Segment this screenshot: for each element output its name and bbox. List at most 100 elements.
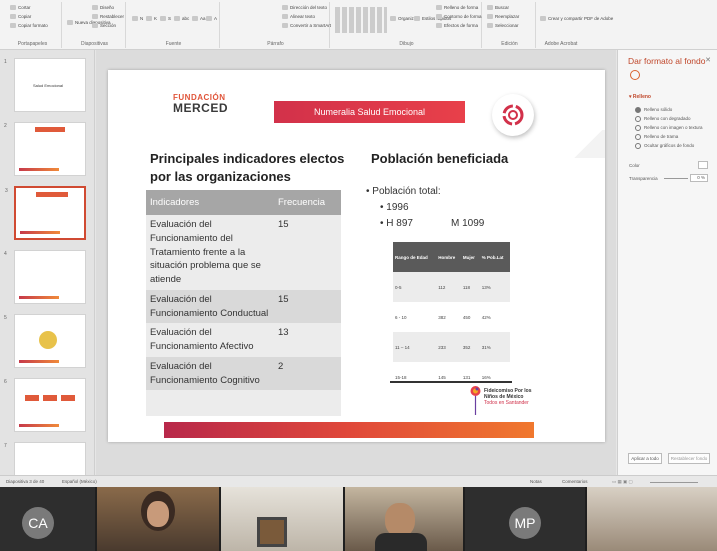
cut-button[interactable]: Cortar xyxy=(10,5,31,10)
slide-thumbnail-6[interactable]: 6 xyxy=(4,378,86,432)
thumbnail-box xyxy=(25,395,39,401)
create-pdf-button[interactable]: Crear y compartir PDF de Adobe xyxy=(540,16,613,21)
fill-section-header[interactable]: ▾ Relleno xyxy=(629,94,651,100)
table-cell: 6 - 10 xyxy=(395,314,407,320)
thumbnail-footer xyxy=(19,360,59,363)
table-row: 6 - 10 382 450 42% xyxy=(393,302,510,332)
slide-thumbnail-3[interactable]: 3 xyxy=(5,186,86,240)
participant-tile-2[interactable] xyxy=(97,487,219,551)
shape-outline-button[interactable]: Contorno de forma xyxy=(436,14,482,19)
thumbnail-footer xyxy=(20,231,60,234)
pinwheel-icon xyxy=(470,386,481,415)
table-cell: Evaluación del Funcionamiento del Tratam… xyxy=(146,215,274,290)
gradient-fill-radio[interactable]: Relleno con degradado xyxy=(635,116,691,122)
table-cell: 42% xyxy=(481,314,491,320)
table-cell xyxy=(274,390,341,417)
format-painter-button[interactable]: Copiar formato xyxy=(10,23,48,28)
slide-title-banner[interactable]: Numeralia Salud Emocional xyxy=(274,101,465,123)
zoom-slider[interactable] xyxy=(650,482,698,483)
participant-tile-1[interactable]: CA xyxy=(0,487,95,551)
view-buttons[interactable]: ▭ ▦ ▣ ▢ xyxy=(612,479,633,485)
table-cell: 382 xyxy=(438,314,446,320)
picture-fill-radio[interactable]: Relleno con imagen o textura xyxy=(635,125,703,131)
comments-button[interactable]: Comentarios xyxy=(562,479,588,484)
slide-footer-bar xyxy=(164,422,534,438)
slides-group-label: Diapositivas xyxy=(81,41,108,47)
table-cell: 31% xyxy=(479,332,510,362)
transparency-input[interactable]: 0 % xyxy=(690,174,708,182)
hide-background-graphics-checkbox[interactable]: Ocultar gráficos de fondo xyxy=(635,143,694,149)
slide-thumbnail-7[interactable]: 7 xyxy=(4,442,86,475)
participant-tile-6[interactable] xyxy=(587,487,717,551)
fill-bucket-icon[interactable] xyxy=(630,70,640,80)
paragraph-group: Dirección del texto Alinear texto Conver… xyxy=(222,2,331,48)
editing-group-label: Edición xyxy=(501,41,518,47)
copy-button[interactable]: Copiar xyxy=(10,14,31,19)
indicators-table[interactable]: Indicadores Frecuencia Evaluación del Fu… xyxy=(146,190,341,417)
language-indicator[interactable]: Español (México) xyxy=(62,479,97,484)
table-cell xyxy=(146,390,274,417)
drawing-group: Organizar Estilos rápidos Relleno de for… xyxy=(332,2,482,48)
slide-thumbnail-2[interactable]: 2 xyxy=(4,122,86,176)
select-button[interactable]: Seleccionar xyxy=(487,23,519,28)
strikethrough-button[interactable]: abc xyxy=(174,16,189,21)
pane-title: Dar formato al fondo xyxy=(628,56,706,66)
reset-button[interactable]: Restablecer xyxy=(92,14,124,19)
table-header-percent: % Pob.Lat xyxy=(479,242,510,272)
transparency-slider[interactable] xyxy=(664,178,688,179)
video-call-strip: CA MP xyxy=(0,487,717,551)
bold-button[interactable]: N xyxy=(132,16,143,21)
slide-thumbnail-number: 3 xyxy=(5,188,8,194)
text-direction-button[interactable]: Dirección del texto xyxy=(282,5,327,10)
slide-thumbnail-5[interactable]: 5 xyxy=(4,314,86,368)
underline-button[interactable]: S xyxy=(160,16,171,21)
close-icon[interactable]: ✕ xyxy=(705,56,711,64)
corner-decoration xyxy=(571,130,605,158)
population-list[interactable]: • Población total: • 1996 • H 897 M 1099 xyxy=(366,184,484,232)
section-button[interactable]: Sección xyxy=(92,23,116,28)
replace-button[interactable]: Reemplazar xyxy=(487,14,519,19)
table-row: Evaluación del Funcionamiento Afectivo 1… xyxy=(146,323,341,357)
shape-effects-button[interactable]: Efectos de forma xyxy=(436,23,478,28)
apply-to-all-button[interactable]: Aplicar a todo xyxy=(628,453,662,464)
font-color-button[interactable]: A xyxy=(206,16,217,21)
participant-video-face xyxy=(147,501,169,527)
find-button[interactable]: Buscar xyxy=(487,5,509,10)
population-heading[interactable]: Población beneficiada xyxy=(371,151,508,166)
table-header-row: Rango de Edad Hombre Mujer % Pob.Lat xyxy=(393,242,510,272)
color-label: Color xyxy=(629,163,640,168)
slide-thumbnail-number: 4 xyxy=(4,251,7,257)
align-text-button[interactable]: Alinear texto xyxy=(282,14,315,19)
population-total-item: • Población total: xyxy=(366,186,441,197)
fideicomiso-line-3: Todos en Santander xyxy=(484,400,529,406)
slide-thumbnails-pane: 1 Salud Emocional 2 3 4 5 6 7 xyxy=(0,50,95,475)
italic-button[interactable]: K xyxy=(146,16,157,21)
participant-tile-5[interactable]: MP xyxy=(465,487,585,551)
table-header-frequency: Frecuencia xyxy=(274,190,341,215)
slide-thumbnail-4[interactable]: 4 xyxy=(4,250,86,304)
solid-fill-radio[interactable]: Relleno sólido xyxy=(635,107,672,113)
population-total-value: 1996 xyxy=(386,202,409,213)
slide-canvas[interactable]: FUNDACIÓN MERCED Numeralia Salud Emocion… xyxy=(108,70,605,442)
reset-background-button[interactable]: Restablecer fondo xyxy=(668,453,710,464)
layout-button[interactable]: Diseño xyxy=(92,5,114,10)
slide-thumbnail-1[interactable]: 1 Salud Emocional xyxy=(4,58,86,112)
thumbnail-banner xyxy=(36,192,68,197)
participant-tile-4[interactable] xyxy=(345,487,463,551)
color-picker-button[interactable] xyxy=(698,161,708,169)
smartart-button[interactable]: Convertir a SmartArt xyxy=(282,23,331,28)
change-case-button[interactable]: Aa xyxy=(192,16,206,21)
paragraph-group-label: Párrafo xyxy=(267,41,284,47)
table-divider-line xyxy=(390,381,512,383)
pattern-fill-radio[interactable]: Relleno de trama xyxy=(635,134,678,140)
refresh-circle-icon xyxy=(502,104,524,126)
notes-button[interactable]: Notas xyxy=(530,479,542,484)
participant-tile-3[interactable] xyxy=(221,487,343,551)
indicators-heading[interactable]: Principales indicadores electos por las … xyxy=(150,150,360,185)
table-cell: 112 xyxy=(436,272,461,302)
acrobat-group-label: Adobe Acrobat xyxy=(544,41,578,47)
slide-thumbnail-number: 7 xyxy=(4,443,7,449)
age-range-table[interactable]: Rango de Edad Hombre Mujer % Pob.Lat 0-5… xyxy=(393,242,510,392)
shape-fill-button[interactable]: Relleno de forma xyxy=(436,5,478,10)
shapes-gallery[interactable] xyxy=(335,7,387,33)
